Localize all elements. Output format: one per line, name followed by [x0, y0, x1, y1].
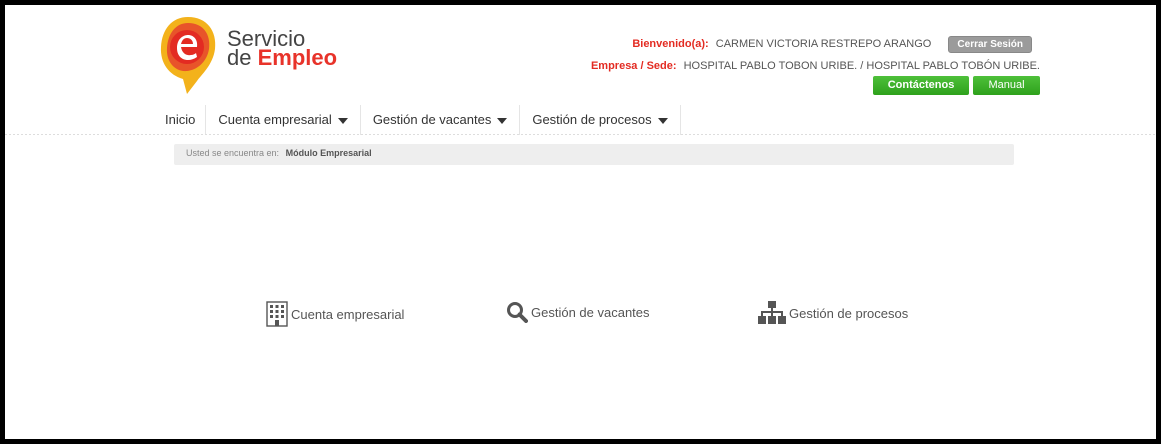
shortcut-gestion-procesos[interactable]: Gestión de procesos [758, 301, 908, 325]
shortcut-label: Cuenta empresarial [291, 306, 405, 322]
breadcrumb: Usted se encuentra en: Módulo Empresaria… [174, 144, 1014, 165]
nav-divider [5, 134, 1156, 135]
brand-line2-prefix: de [227, 45, 258, 70]
nav-item-label: Cuenta empresarial [218, 112, 332, 127]
shortcut-cuenta-empresarial[interactable]: Cuenta empresarial [266, 301, 404, 327]
logout-button[interactable]: Cerrar Sesión [948, 36, 1032, 53]
main-nav: Inicio Cuenta empresarial Gestión de vac… [155, 105, 681, 135]
breadcrumb-current[interactable]: Módulo Empresarial [286, 148, 372, 158]
nav-item-label: Gestión de procesos [532, 112, 652, 127]
action-buttons: Contáctenos Manual [873, 76, 1040, 95]
org-chart-icon [758, 301, 786, 324]
app-window: Servicio de Empleo Bienvenido(a): CARMEN… [5, 5, 1156, 439]
company-value: HOSPITAL PABLO TOBON URIBE. / HOSPITAL P… [683, 60, 1040, 72]
welcome-bar: Bienvenido(a): CARMEN VICTORIA RESTREPO … [632, 36, 1032, 53]
contact-button[interactable]: Contáctenos [873, 76, 969, 95]
brand-logo[interactable]: Servicio de Empleo [157, 15, 347, 95]
caret-down-icon [337, 117, 348, 124]
caret-down-icon [657, 117, 668, 124]
welcome-label: Bienvenido(a): [632, 38, 709, 50]
servicio-empleo-logo-icon [160, 17, 216, 94]
company-bar: Empresa / Sede: HOSPITAL PABLO TOBON URI… [591, 60, 1040, 72]
brand-line2: de Empleo [227, 45, 337, 70]
welcome-name: CARMEN VICTORIA RESTREPO ARANGO [715, 38, 932, 50]
breadcrumb-prefix: Usted se encuentra en: [186, 148, 280, 158]
caret-down-icon [497, 117, 508, 124]
shortcut-label: Gestión de procesos [789, 305, 909, 321]
nav-item-gestion-procesos[interactable]: Gestión de procesos [520, 105, 681, 135]
nav-item-gestion-vacantes[interactable]: Gestión de vacantes [361, 105, 521, 135]
building-icon [266, 301, 288, 327]
nav-item-inicio[interactable]: Inicio [155, 105, 207, 135]
shortcut-gestion-vacantes[interactable]: Gestión de vacantes [506, 301, 650, 323]
shortcut-label: Gestión de vacantes [531, 304, 650, 320]
nav-item-label: Gestión de vacantes [372, 112, 492, 127]
brand-line2-bold: Empleo [257, 45, 338, 70]
manual-button[interactable]: Manual [973, 76, 1040, 95]
brand-name: Servicio de Empleo [227, 28, 337, 70]
company-label: Empresa / Sede: [590, 60, 677, 72]
nav-item-cuenta-empresarial[interactable]: Cuenta empresarial [206, 105, 361, 135]
nav-item-label: Inicio [165, 112, 196, 127]
search-icon [507, 302, 528, 323]
